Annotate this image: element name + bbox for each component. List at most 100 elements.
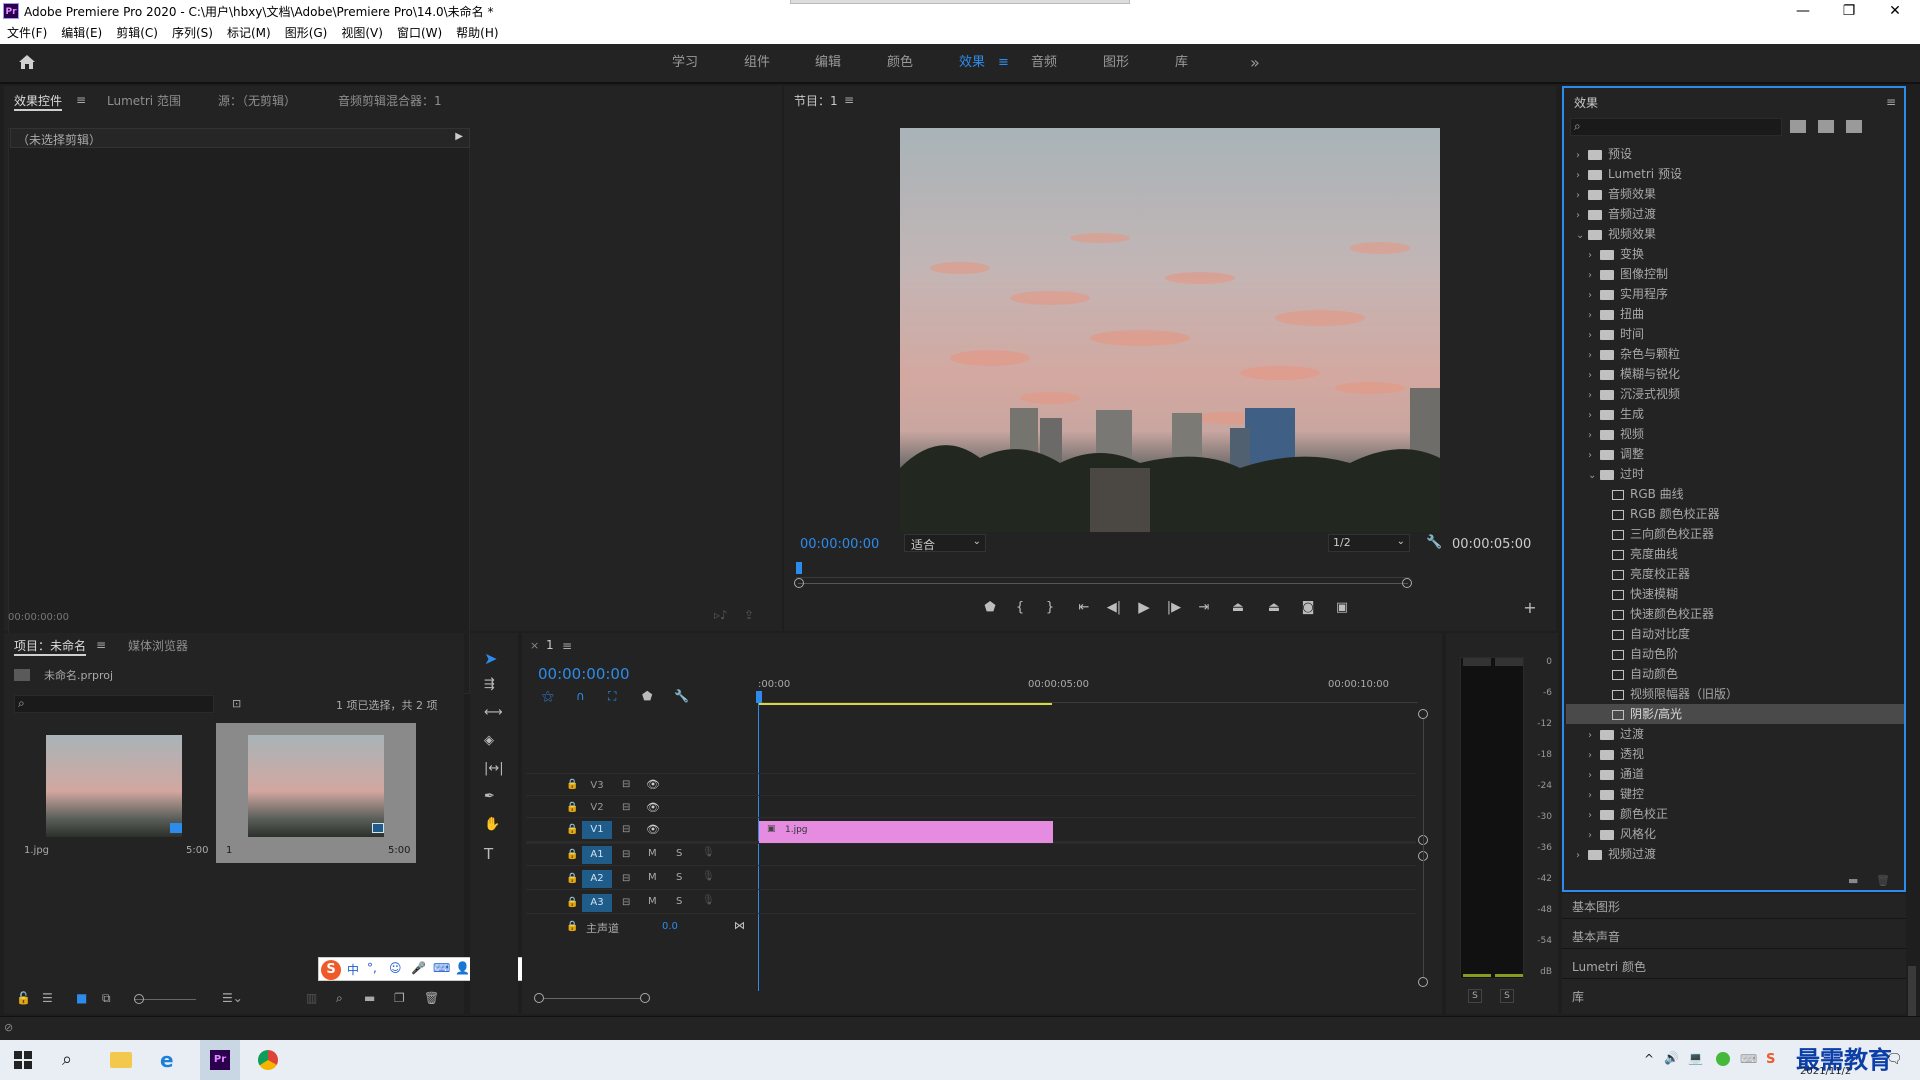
workspace-audio[interactable]: 音频 <box>1031 44 1057 82</box>
effect-folder[interactable]: › 实用程序 <box>1566 284 1904 304</box>
chevron-right-icon[interactable]: › <box>1576 206 1588 226</box>
go-to-end-icon[interactable]: ⋈ <box>734 919 745 932</box>
type-tool-icon[interactable]: T <box>484 845 493 863</box>
project-item-selected[interactable]: 1 5:00 <box>216 723 416 863</box>
timeline-timecode[interactable]: 00:00:00:00 <box>538 665 630 683</box>
minimize-button[interactable]: — <box>1780 0 1826 22</box>
effect-folder[interactable]: › 时间 <box>1566 324 1904 344</box>
chevron-right-icon[interactable]: › <box>1588 426 1600 446</box>
chevron-right-icon[interactable]: › <box>1588 726 1600 746</box>
chrome-icon[interactable] <box>258 1050 278 1070</box>
workspace-assembly[interactable]: 组件 <box>744 44 770 82</box>
mic-icon[interactable]: 🎙 <box>702 895 715 906</box>
ime-keyboard[interactable]: ⌨ <box>433 961 450 975</box>
sogou-tray-icon[interactable]: S <box>1766 1052 1775 1067</box>
program-menu-icon[interactable]: ≡ <box>844 93 854 107</box>
eye-icon[interactable]: 👁 <box>646 778 660 791</box>
find-icon[interactable]: ⌕ <box>336 991 343 1006</box>
chevron-right-icon[interactable]: › <box>1588 446 1600 466</box>
solo-button[interactable]: S <box>676 872 682 883</box>
new-bin-icon[interactable]: ▬ <box>364 991 375 1005</box>
effect-folder[interactable]: › 过渡 <box>1566 724 1904 744</box>
effects-search-input[interactable]: ⌕ <box>1570 118 1782 136</box>
sort-icon[interactable]: ☰⌄ <box>222 991 243 1005</box>
volume-icon[interactable]: 🔊 <box>1664 1051 1679 1065</box>
project-search-input[interactable]: ⌕ <box>14 695 214 713</box>
chevron-right-icon[interactable]: › <box>1588 826 1600 846</box>
snap-icon[interactable]: ∩ <box>576 689 585 703</box>
track-v2[interactable]: V2 <box>582 799 612 817</box>
edge-icon[interactable]: e <box>160 1048 174 1072</box>
effects-panel-title[interactable]: 效果 <box>1574 94 1598 111</box>
section-essential-graphics[interactable]: 基本图形 <box>1572 898 1620 915</box>
accelerated-effects-icon[interactable] <box>1790 120 1806 133</box>
lock-icon[interactable]: 🔒 <box>566 873 578 884</box>
effect-folder[interactable]: › 音频过渡 <box>1566 204 1904 224</box>
timeline-wrench-icon[interactable]: 🔧 <box>674 689 689 703</box>
workspace-learn[interactable]: 学习 <box>672 44 698 82</box>
menu-graphics[interactable]: 图形(G) <box>278 22 335 44</box>
effect-folder[interactable]: › 沉浸式视频 <box>1566 384 1904 404</box>
workspace-color[interactable]: 颜色 <box>887 44 913 82</box>
tab-source[interactable]: 源：（无剪辑） <box>218 92 296 109</box>
track-v1[interactable]: V1 <box>582 821 612 839</box>
menu-window[interactable]: 窗口(W) <box>390 22 449 44</box>
solo-right-button[interactable]: S <box>1500 989 1514 1003</box>
work-area-bar[interactable] <box>758 703 1052 705</box>
file-explorer-icon[interactable] <box>110 1052 132 1068</box>
tray-chevron-icon[interactable]: ^ <box>1644 1052 1654 1066</box>
tab-media-browser[interactable]: 媒体浏览器 <box>128 637 188 654</box>
tab-audio-clip-mixer[interactable]: 音频剪辑混合器：1 <box>338 92 442 109</box>
lock-icon[interactable]: 🔒 <box>566 779 578 790</box>
lock-icon[interactable]: 🔓 <box>16 991 31 1005</box>
mute-button[interactable]: M <box>648 896 657 907</box>
sync-lock-icon[interactable]: ⊟ <box>622 897 630 908</box>
section-essential-sound[interactable]: 基本声音 <box>1572 928 1620 945</box>
slip-tool-icon[interactable]: |↔| <box>484 761 504 776</box>
effect-item[interactable]: 视频限幅器（旧版） <box>1566 684 1904 704</box>
solo-left-button[interactable]: S <box>1468 989 1482 1003</box>
workspace-menu-icon[interactable]: ≡ <box>998 44 1009 82</box>
effect-folder[interactable]: › 键控 <box>1566 784 1904 804</box>
effect-item[interactable]: 亮度校正器 <box>1566 564 1904 584</box>
notification-icon[interactable]: 🗨 <box>1886 1052 1903 1067</box>
ime-emoji[interactable]: ☺ <box>389 961 402 975</box>
v-scroll-bottom[interactable] <box>1418 977 1428 987</box>
razor-tool-icon[interactable]: ◈ <box>484 733 494 748</box>
tray-keyboard-icon[interactable]: ⌨ <box>1740 1052 1757 1066</box>
h-scrollbar[interactable] <box>544 998 640 999</box>
effect-item[interactable]: RGB 曲线 <box>1566 484 1904 504</box>
track-a2[interactable]: A2 <box>582 870 612 888</box>
v-scroll-top[interactable] <box>1418 709 1428 719</box>
ime-voice[interactable]: 🎤 <box>411 961 426 975</box>
effect-item[interactable]: 快速模糊 <box>1566 584 1904 604</box>
ime-chinese[interactable]: 中 <box>347 961 359 978</box>
panel-menu-icon[interactable]: ≡ <box>76 93 86 107</box>
mark-in-icon[interactable]: { <box>1010 600 1030 615</box>
ime-punct[interactable]: °, <box>367 961 377 975</box>
program-ruler[interactable] <box>796 564 1410 578</box>
wrench-icon[interactable]: 🔧 <box>1426 535 1442 550</box>
effects-menu-icon[interactable]: ≡ <box>1886 95 1896 109</box>
maximize-button[interactable]: ❐ <box>1826 0 1872 22</box>
linked-selection-icon[interactable]: ⛶ <box>608 689 616 704</box>
lock-icon[interactable]: 🔒 <box>566 824 578 835</box>
clear-icon[interactable]: 🗑 <box>424 991 439 1005</box>
new-folder-icon[interactable]: ▬ <box>1848 874 1858 887</box>
menu-edit[interactable]: 编辑(E) <box>54 22 109 44</box>
effect-item[interactable]: 三向颜色校正器 <box>1566 524 1904 544</box>
effect-item[interactable]: 自动色阶 <box>1566 644 1904 664</box>
effect-folder[interactable]: ⌄ 视频效果 <box>1566 224 1904 244</box>
bin-icon[interactable]: ⊡ <box>232 697 241 710</box>
v-scrollbar[interactable] <box>1423 719 1424 977</box>
tray-app-icon[interactable] <box>1716 1052 1730 1066</box>
effect-folder[interactable]: › 生成 <box>1566 404 1904 424</box>
filter-icon[interactable]: ▹♪ <box>714 608 728 622</box>
chevron-right-icon[interactable]: › <box>1588 766 1600 786</box>
scroll-handle-right[interactable] <box>1402 578 1412 588</box>
effect-folder[interactable]: › 扭曲 <box>1566 304 1904 324</box>
icon-view-icon[interactable]: ■ <box>76 991 87 1005</box>
windows-start-icon[interactable] <box>14 1051 32 1069</box>
effect-folder[interactable]: › 透视 <box>1566 744 1904 764</box>
effect-item[interactable]: 快速颜色校正器 <box>1566 604 1904 624</box>
